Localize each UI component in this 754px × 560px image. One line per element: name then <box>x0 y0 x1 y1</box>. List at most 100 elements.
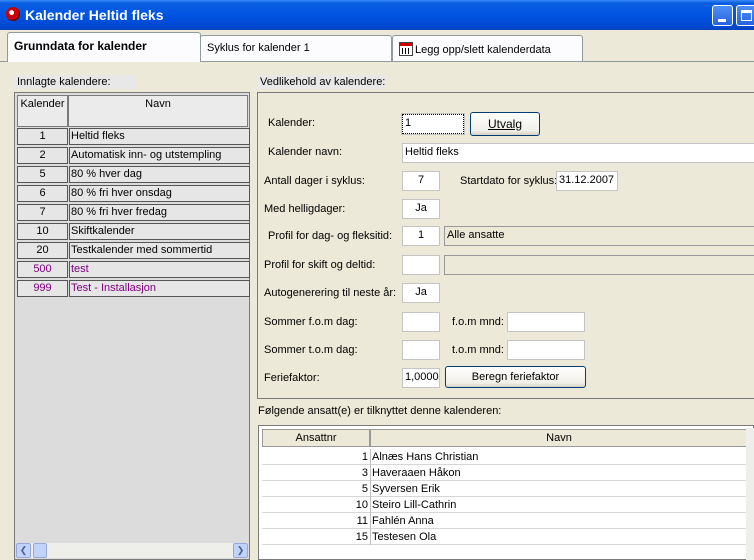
startdato-field[interactable]: 31.12.2007 <box>556 171 618 191</box>
employee-row[interactable]: 1 Alnæs Hans Christian <box>262 449 748 465</box>
calendar-name: test <box>69 261 250 278</box>
column-header-kalender[interactable]: Kalender <box>17 95 68 127</box>
utvalg-button[interactable]: Utvalg <box>470 112 540 136</box>
beregn-feriefaktor-button[interactable]: Beregn feriefaktor <box>445 366 586 388</box>
profil-fleks-field[interactable]: 1 <box>402 226 440 246</box>
tab-syklus[interactable]: Syklus for kalender 1 <box>200 35 392 61</box>
column-header-ansattnr[interactable]: Ansattnr <box>262 429 370 447</box>
calendar-icon <box>399 42 413 56</box>
tab-label: Syklus for kalender 1 <box>207 42 310 54</box>
maximize-button[interactable] <box>736 5 754 26</box>
antall-dager-field[interactable]: 7 <box>402 171 440 191</box>
employee-grid[interactable]: Ansattnr Navn 1 Alnæs Hans Christian 3 H… <box>258 425 754 560</box>
calendar-id: 1 <box>17 128 68 145</box>
maintenance-section-label: Vedlikehold av kalendere: <box>257 75 386 89</box>
calendar-id: 6 <box>17 185 68 202</box>
profil-fleks-label: Profil for dag- og fleksitid: <box>268 230 393 242</box>
employee-row[interactable]: 15 Testesen Ola <box>262 529 748 545</box>
calendars-section-label: Innlagte kalendere: <box>14 75 135 89</box>
column-header-navn[interactable]: Navn <box>68 95 248 127</box>
maintenance-panel: Kalender: 1 Utvalg Kalender navn: Heltid… <box>257 92 754 399</box>
employee-nr: 1 <box>361 451 368 463</box>
scroll-left-icon[interactable]: ❮ <box>16 543 31 558</box>
calendar-row[interactable]: 20 Testkalender med sommertid <box>17 242 250 259</box>
window-title: Kalender Heltid fleks <box>25 7 164 23</box>
tab-label: Legg opp/slett kalenderdata <box>415 44 551 56</box>
scroll-thumb[interactable] <box>33 543 47 558</box>
sommer-fom-dag-field[interactable] <box>402 312 440 332</box>
employee-row[interactable]: 11 Fahlén Anna <box>262 513 748 529</box>
employee-name: Haveraaen Håkon <box>370 465 748 481</box>
calendar-row[interactable]: 6 80 % fri hver onsdag <box>17 185 250 202</box>
calendar-id: 999 <box>17 280 68 297</box>
autogenerering-field[interactable]: Ja <box>402 283 440 303</box>
minimize-icon <box>718 19 726 22</box>
employee-nr: 3 <box>361 467 368 479</box>
sommer-tom-dag-label: Sommer t.o.m dag: <box>264 344 358 356</box>
kalender-navn-label: Kalender navn: <box>268 146 342 158</box>
calendar-name: Heltid fleks <box>69 128 250 145</box>
calendar-name: Skiftkalender <box>69 223 250 240</box>
calendar-row[interactable]: 999 Test - Installasjon <box>17 280 250 297</box>
employee-nr: 15 <box>355 531 368 543</box>
sommer-tom-mnd-label: t.o.m mnd: <box>452 344 504 356</box>
helligdager-field[interactable]: Ja <box>402 199 440 219</box>
calendar-id: 10 <box>17 223 68 240</box>
profil-fleks-name: Alle ansatte <box>444 226 754 246</box>
feriefaktor-label: Feriefaktor: <box>264 372 320 384</box>
calendar-name: 80 % fri hver fredag <box>69 204 250 221</box>
employee-row[interactable]: 10 Steiro Lill-Cathrin <box>262 497 748 513</box>
kalender-field[interactable]: 1 <box>401 113 465 135</box>
calendar-row[interactable]: 2 Automatisk inn- og utstempling <box>17 147 250 164</box>
tab-legg-opp[interactable]: Legg opp/slett kalenderdata <box>392 35 583 61</box>
sommer-tom-mnd-field[interactable] <box>507 340 585 360</box>
calendar-row[interactable]: 1 Heltid fleks <box>17 128 250 145</box>
column-header-navn[interactable]: Navn <box>370 429 748 447</box>
kalender-navn-field[interactable]: Heltid fleks <box>402 143 754 163</box>
feriefaktor-field[interactable]: 1,0000 <box>402 368 440 388</box>
profil-skift-field[interactable] <box>402 255 440 275</box>
employee-grid-vscrollbar[interactable] <box>746 428 754 560</box>
calendar-row[interactable]: 10 Skiftkalender <box>17 223 250 240</box>
calendar-name: Automatisk inn- og utstempling <box>69 147 250 164</box>
sommer-fom-mnd-field[interactable] <box>507 312 585 332</box>
title-bar[interactable]: Kalender Heltid fleks <box>0 0 754 30</box>
startdato-label: Startdato for syklus: <box>460 175 558 187</box>
calendar-id: 7 <box>17 204 68 221</box>
employee-row[interactable]: 3 Haveraaen Håkon <box>262 465 748 481</box>
calendar-list-hscrollbar[interactable]: ❮ ❯ <box>16 543 248 558</box>
calendar-row[interactable]: 500 test <box>17 261 250 278</box>
tab-label: Grunndata for kalender <box>14 39 147 53</box>
employee-name: Steiro Lill-Cathrin <box>370 497 748 513</box>
employee-name: Testesen Ola <box>370 529 748 545</box>
employee-nr: 5 <box>361 483 368 495</box>
calendar-name: 80 % fri hver onsdag <box>69 185 250 202</box>
employee-row[interactable]: 5 Syversen Erik <box>262 481 748 497</box>
employee-name: Syversen Erik <box>370 481 748 497</box>
employee-nr: 10 <box>355 499 368 511</box>
utvalg-button-label: Utvalg <box>487 117 522 131</box>
calendar-name: Test - Installasjon <box>69 280 250 297</box>
profil-skift-label: Profil for skift og deltid: <box>264 259 376 271</box>
profil-skift-name <box>444 255 754 275</box>
minimize-button[interactable] <box>712 5 733 26</box>
employees-section-label: Følgende ansatt(e) er tilknyttet denne k… <box>258 405 502 417</box>
antall-dager-label: Antall dager i syklus: <box>264 175 365 187</box>
scroll-right-icon[interactable]: ❯ <box>233 543 248 558</box>
helligdager-label: Med helligdager: <box>264 203 346 215</box>
employee-name: Alnæs Hans Christian <box>370 449 748 465</box>
autogenerering-label: Autogenerering til neste år: <box>264 287 397 299</box>
employee-name: Fahlén Anna <box>370 513 748 529</box>
calendar-row[interactable]: 7 80 % fri hver fredag <box>17 204 250 221</box>
calendar-id: 500 <box>17 261 68 278</box>
calendar-name: 80 % hver dag <box>69 166 250 183</box>
sommer-fom-mnd-label: f.o.m mnd: <box>452 316 504 328</box>
employee-nr: 11 <box>356 515 368 527</box>
calendar-row[interactable]: 5 80 % hver dag <box>17 166 250 183</box>
calendar-name: Testkalender med sommertid <box>69 242 250 259</box>
tab-grunndata[interactable]: Grunndata for kalender <box>7 32 201 62</box>
app-icon <box>6 7 20 21</box>
sommer-tom-dag-field[interactable] <box>402 340 440 360</box>
calendar-list[interactable]: Kalender Navn 1 Heltid fleks 2 Automatis… <box>14 92 250 560</box>
calendar-id: 2 <box>17 147 68 164</box>
